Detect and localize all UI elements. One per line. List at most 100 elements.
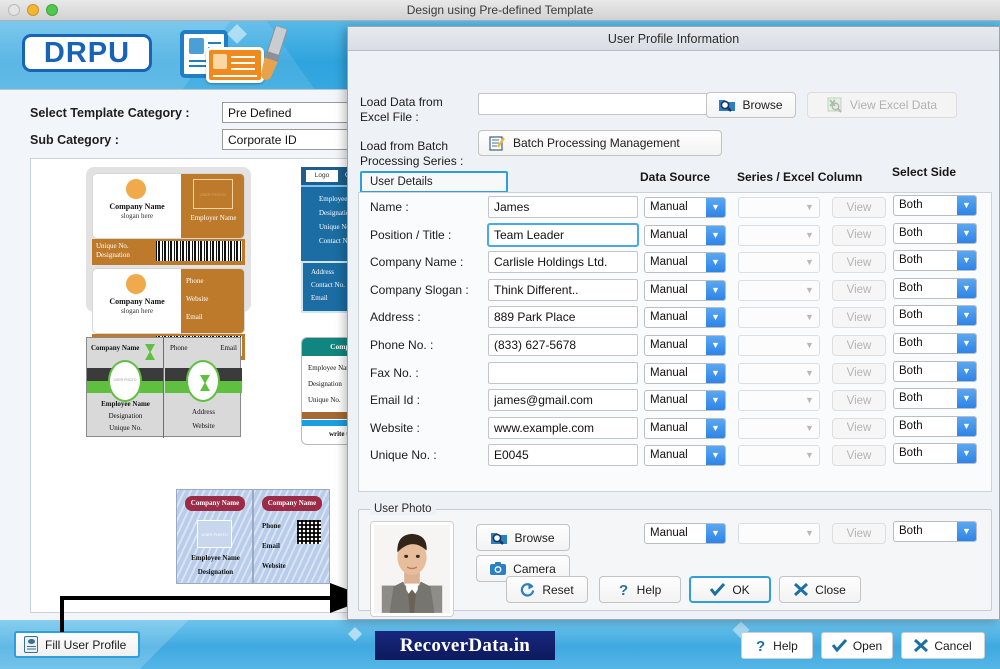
field-input[interactable] (488, 444, 638, 467)
photo-view-button[interactable]: View (832, 523, 886, 544)
series-column-dropdown[interactable]: ▼ (738, 417, 820, 439)
view-button[interactable]: View (832, 417, 886, 439)
checkmark-icon (831, 639, 847, 652)
series-column-dropdown[interactable]: ▼ (738, 224, 820, 246)
template-category-select[interactable]: Pre Defined (222, 102, 360, 123)
template-thumbnail-green-stripe[interactable]: Company Name USER PHOTO Employee Name De… (86, 337, 242, 438)
series-column-dropdown[interactable]: ▼ (738, 362, 820, 384)
series-column-dropdown[interactable]: ▼ (738, 390, 820, 412)
select-side-value: Both (899, 419, 923, 432)
template-thumbnail-maroon-qr[interactable]: Company Name USER PHOTO Employee Name De… (176, 489, 331, 584)
template-text: USER PHOTO (197, 520, 232, 548)
field-input[interactable] (488, 251, 638, 274)
dialog-close-button[interactable]: Close (779, 576, 861, 603)
template-text: Company Name (185, 496, 245, 511)
view-button[interactable]: View (832, 252, 886, 274)
excel-file-label: Load Data from Excel File : (360, 95, 443, 124)
series-column-dropdown[interactable]: ▼ (738, 307, 820, 329)
data-source-dropdown[interactable]: Manual ▼ (644, 252, 726, 274)
template-text: Address (311, 268, 334, 276)
template-text: Address (192, 408, 215, 416)
data-source-dropdown[interactable]: Manual ▼ (644, 307, 726, 329)
browse-excel-button[interactable]: Browse (706, 92, 796, 118)
maximize-window-icon[interactable] (46, 4, 58, 16)
paintbrush-icon (260, 24, 288, 80)
sub-category-select[interactable]: Corporate ID (222, 129, 360, 150)
series-column-dropdown[interactable]: ▼ (738, 335, 820, 356)
view-excel-data-button[interactable]: View Excel Data (807, 92, 957, 118)
reset-button[interactable]: Reset (506, 576, 588, 603)
dialog-title: User Profile Information (348, 27, 999, 51)
series-column-dropdown[interactable]: ▼ (738, 252, 820, 274)
dialog-close-label: Close (815, 582, 846, 597)
data-source-dropdown[interactable]: Manual ▼ (644, 335, 726, 356)
template-thumbnail-orange-barcode[interactable]: Company Name slogan here USER PHOTO Empl… (86, 167, 251, 360)
chevron-down-icon: ▼ (706, 418, 725, 438)
select-side-dropdown[interactable]: Both ▼ (893, 277, 977, 299)
close-window-icon[interactable] (8, 4, 20, 16)
select-side-dropdown[interactable]: Both ▼ (893, 333, 977, 354)
user-photo-preview[interactable] (370, 521, 454, 617)
view-button[interactable]: View (832, 390, 886, 412)
batch-list-icon (489, 135, 505, 151)
data-source-dropdown[interactable]: Manual ▼ (644, 390, 726, 412)
excel-path-input[interactable] (478, 93, 723, 115)
field-input[interactable] (488, 416, 638, 439)
field-input[interactable] (488, 389, 638, 412)
select-side-dropdown[interactable]: Both ▼ (893, 250, 977, 272)
series-column-dropdown[interactable]: ▼ (738, 445, 820, 467)
help-button[interactable]: ? Help (741, 632, 813, 659)
select-side-dropdown[interactable]: Both ▼ (893, 360, 977, 382)
select-side-value: Both (899, 254, 923, 267)
batch-processing-management-button[interactable]: Batch Processing Management (478, 130, 722, 156)
select-side-dropdown[interactable]: Both ▼ (893, 443, 977, 465)
view-button[interactable]: View (832, 224, 886, 246)
sub-category-label: Sub Category : (30, 133, 119, 147)
data-source-dropdown[interactable]: Manual ▼ (644, 224, 726, 246)
view-button[interactable]: View (832, 197, 886, 218)
field-input[interactable] (487, 222, 639, 247)
field-input[interactable] (488, 334, 638, 356)
data-source-value: Manual (650, 421, 688, 434)
template-text: Company Name (109, 297, 165, 306)
field-input[interactable] (488, 196, 638, 218)
cancel-button[interactable]: Cancel (901, 632, 985, 659)
data-source-dropdown[interactable]: Manual ▼ (644, 417, 726, 439)
data-source-dropdown[interactable]: Manual ▼ (644, 279, 726, 301)
fill-user-profile-button[interactable]: Fill User Profile (14, 631, 141, 658)
field-input[interactable] (488, 361, 638, 384)
chevron-down-icon: ▼ (957, 444, 976, 464)
photo-select-side-dropdown[interactable]: Both ▼ (893, 521, 977, 542)
data-source-dropdown[interactable]: Manual ▼ (644, 197, 726, 218)
select-side-dropdown[interactable]: Both ▼ (893, 305, 977, 327)
data-source-dropdown[interactable]: Manual ▼ (644, 445, 726, 467)
photo-series-dropdown[interactable]: ▼ (738, 523, 820, 544)
photo-browse-button[interactable]: Browse (476, 524, 570, 551)
select-side-dropdown[interactable]: Both ▼ (893, 388, 977, 410)
view-button[interactable]: View (832, 307, 886, 329)
select-side-dropdown[interactable]: Both ▼ (893, 195, 977, 216)
field-input[interactable] (488, 306, 638, 329)
data-source-value: Manual (650, 283, 688, 296)
open-button[interactable]: Open (821, 632, 893, 659)
window-controls[interactable] (8, 4, 58, 16)
template-text: Website (192, 422, 215, 430)
ok-button[interactable]: OK (689, 576, 771, 603)
question-mark-icon: ? (756, 638, 765, 653)
minimize-window-icon[interactable] (27, 4, 39, 16)
photo-data-source-dropdown[interactable]: Manual ▼ (644, 523, 726, 544)
series-column-dropdown[interactable]: ▼ (738, 279, 820, 301)
select-side-dropdown[interactable]: Both ▼ (893, 222, 977, 244)
tab-user-details[interactable]: User Details (360, 171, 508, 193)
field-input[interactable] (488, 278, 638, 301)
dialog-help-button[interactable]: ? Help (599, 576, 681, 603)
select-side-dropdown[interactable]: Both ▼ (893, 415, 977, 437)
view-button[interactable]: View (832, 279, 886, 301)
data-source-dropdown[interactable]: Manual ▼ (644, 362, 726, 384)
series-column-dropdown[interactable]: ▼ (738, 197, 820, 218)
field-label: Company Name : (370, 255, 464, 270)
view-button[interactable]: View (832, 362, 886, 384)
view-button[interactable]: View (832, 335, 886, 356)
view-button[interactable]: View (832, 445, 886, 467)
chevron-down-icon: ▼ (805, 257, 814, 268)
